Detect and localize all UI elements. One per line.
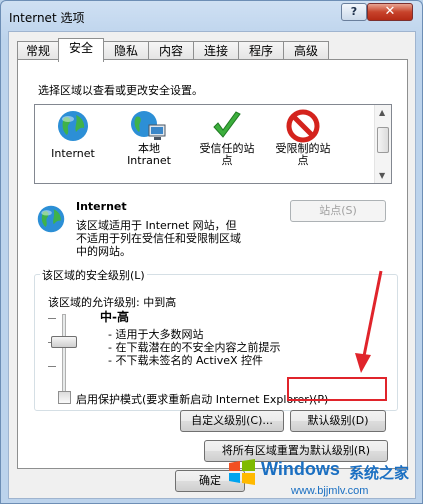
title-bar[interactable]: Internet 选项 ? ✕ — [1, 1, 422, 31]
tab-privacy[interactable]: 隐私 — [103, 41, 149, 61]
level-bullet-3: - 不下载未签名的 ActiveX 控件 — [108, 354, 264, 367]
zone-internet[interactable]: Internet — [37, 109, 109, 160]
scroll-up-icon[interactable]: ▲ — [379, 108, 385, 117]
internet-options-dialog: Internet 选项 ? ✕ 常规 安全 隐私 内容 连接 程序 高级 选择区… — [0, 0, 423, 504]
help-button[interactable]: ? — [341, 3, 367, 21]
zone-description-line3: 中的网站。 — [76, 245, 131, 258]
tab-programs[interactable]: 程序 — [238, 41, 284, 61]
restricted-icon — [286, 109, 320, 143]
tab-content[interactable]: 内容 — [148, 41, 194, 61]
tab-general[interactable]: 常规 — [17, 41, 59, 61]
watermark: Windows 系统之家 www.bjjmlv.com — [227, 455, 421, 501]
scrollbar-thumb[interactable] — [377, 127, 389, 153]
custom-level-button[interactable]: 自定义级别(C)... — [180, 410, 284, 432]
zone-internet-label: Internet — [51, 147, 95, 160]
zone-local-intranet-label: 本地 Intranet — [127, 142, 171, 167]
annotation-arrow-icon — [355, 270, 383, 373]
tab-connections[interactable]: 连接 — [193, 41, 239, 61]
zone-list: Internet 本地 Intranet 受信任的站 点 受限制的站 点 ▲ ▼ — [34, 104, 392, 184]
slider-tick — [48, 318, 56, 319]
close-button[interactable]: ✕ — [367, 3, 413, 21]
zone-local-intranet[interactable]: 本地 Intranet — [113, 109, 185, 167]
slider-tick — [48, 366, 56, 367]
default-level-button[interactable]: 默认级别(D) — [290, 410, 386, 432]
zone-list-scrollbar[interactable]: ▲ ▼ — [374, 105, 391, 183]
check-icon — [213, 111, 241, 138]
tab-advanced[interactable]: 高级 — [283, 41, 329, 61]
security-tab-panel: 选择区域以查看或更改安全设置。 Internet 本地 Intranet 受信任… — [17, 59, 408, 469]
window-title: Internet 选项 — [9, 11, 85, 25]
intranet-icon — [131, 111, 166, 140]
dialog-client-area: 常规 安全 隐私 内容 连接 程序 高级 选择区域以查看或更改安全设置。 Int… — [8, 31, 416, 499]
watermark-brand: Windows — [261, 459, 340, 479]
windows-logo-icon — [229, 459, 255, 485]
zone-trusted-sites-label: 受信任的站 点 — [199, 142, 255, 167]
zone-restricted-sites-label: 受限制的站 点 — [275, 142, 331, 167]
scroll-down-icon[interactable]: ▼ — [379, 171, 385, 180]
zone-trusted-sites[interactable]: 受信任的站 点 — [191, 109, 263, 167]
selected-zone-globe-icon — [37, 205, 65, 233]
security-level-group-title: 该区域的安全级别(L) — [40, 267, 147, 283]
globe-icon — [58, 111, 88, 141]
annotation-highlight-box — [287, 377, 387, 401]
security-level-name: 中-高 — [100, 310, 129, 324]
protected-mode-checkbox[interactable] — [58, 391, 71, 404]
sites-button[interactable]: 站点(S) — [290, 200, 386, 222]
security-level-slider-track[interactable] — [62, 314, 66, 398]
zone-restricted-sites[interactable]: 受限制的站 点 — [267, 109, 339, 167]
tab-security[interactable]: 安全 — [58, 38, 104, 62]
watermark-suffix: 系统之家 — [349, 464, 410, 482]
security-level-slider-thumb[interactable] — [51, 336, 77, 348]
selected-zone-name: Internet — [76, 200, 127, 213]
watermark-url: www.bjjmlv.com — [291, 485, 369, 497]
select-zone-instruction: 选择区域以查看或更改安全设置。 — [38, 84, 203, 97]
